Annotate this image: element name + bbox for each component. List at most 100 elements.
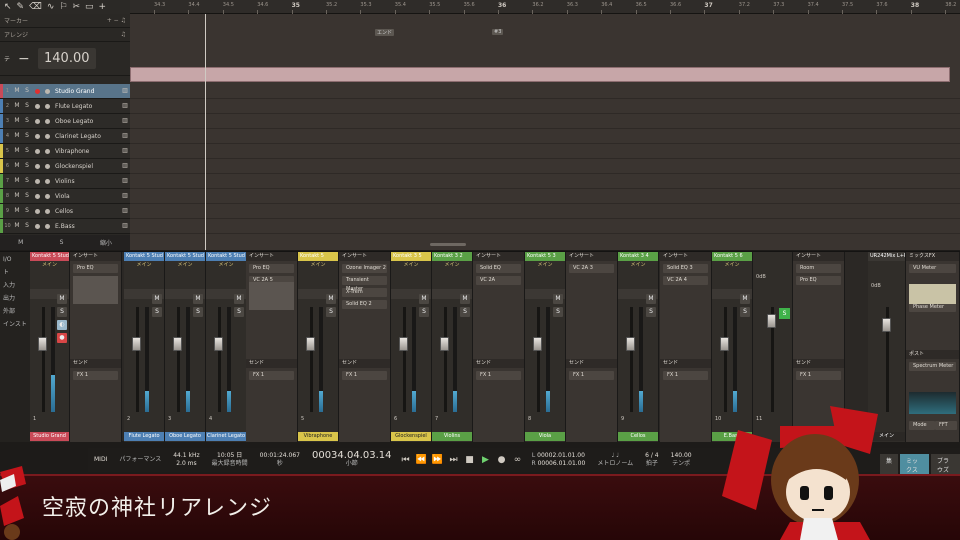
mixer-side-item[interactable]: 出力 <box>3 293 27 302</box>
insert-slot[interactable]: Solid EQ 2 <box>342 300 387 309</box>
instrument-icon[interactable]: ▥ <box>120 161 130 171</box>
channel-fader-handle[interactable] <box>533 337 542 351</box>
bend-tool-icon[interactable]: ∿ <box>47 2 55 12</box>
marker-3[interactable]: #3 <box>492 29 504 35</box>
send-header[interactable]: センド <box>70 359 121 368</box>
send-header[interactable]: センド <box>793 359 844 368</box>
channel-solo-button[interactable]: S <box>57 307 67 317</box>
track-solo-button[interactable]: S <box>22 221 32 231</box>
footer-solo-button[interactable]: S <box>60 239 64 246</box>
channel-instrument[interactable]: Kontakt 5 Stud <box>124 252 164 261</box>
channel-solo-button[interactable]: S <box>152 307 162 317</box>
fx-fader-handle[interactable] <box>767 314 776 328</box>
insert-slot[interactable]: Pro EQ <box>249 264 294 273</box>
mixer-side-item[interactable]: インスト <box>3 319 27 328</box>
arrange-row[interactable]: アレンジ ♫ <box>0 28 130 42</box>
return-to-zero-icon[interactable]: ⏮ <box>400 454 412 466</box>
time-display[interactable]: 00:01:24.067 秒 <box>260 452 300 468</box>
marker-add-icon[interactable]: + − ♫ <box>107 17 126 24</box>
tempo-minus-icon[interactable]: − <box>18 51 30 67</box>
instrument-icon[interactable]: ▥ <box>120 86 130 96</box>
channel-name[interactable]: Studio Grand <box>30 432 69 441</box>
track-lane[interactable] <box>130 114 960 129</box>
channel-mute-button[interactable]: M <box>234 294 244 304</box>
track-monitor-button[interactable] <box>44 148 50 154</box>
instrument-icon[interactable]: ▥ <box>120 191 130 201</box>
track-monitor-button[interactable] <box>44 88 50 94</box>
track-mute-button[interactable]: M <box>12 116 22 126</box>
channel-name[interactable]: Cellos <box>618 432 658 441</box>
insert-slot[interactable]: Transient Master <box>342 276 387 292</box>
instrument-icon[interactable]: ▥ <box>120 221 130 231</box>
track-header[interactable]: 2 M S Flute Legato ▥ <box>0 99 130 114</box>
track-header[interactable]: 1 M S Studio Grand ▥ <box>0 84 130 99</box>
bars-display[interactable]: 00034.04.03.14 小節 <box>312 451 392 468</box>
master-insert-slot[interactable]: Spectrum Meter <box>909 362 956 371</box>
arrow-tool-icon[interactable]: ↖ <box>4 2 12 12</box>
send-header[interactable]: センド <box>473 359 524 368</box>
track-mute-button[interactable]: M <box>12 221 22 231</box>
pencil-tool-icon[interactable]: ✎ <box>17 2 25 12</box>
track-mute-button[interactable]: M <box>12 86 22 96</box>
insert-slot[interactable]: Solid EQ <box>476 264 521 273</box>
channel-instrument[interactable]: Kontakt 5 6 <box>712 252 752 261</box>
play-icon[interactable]: ▶ <box>480 454 492 466</box>
track-lane[interactable] <box>130 99 960 114</box>
master-volume-value[interactable]: 0dB <box>871 283 881 289</box>
instrument-icon[interactable]: ▥ <box>120 176 130 186</box>
channel-name[interactable]: Oboe Legato <box>165 432 205 441</box>
track-solo-button[interactable]: S <box>22 176 32 186</box>
channel-instrument[interactable]: Kontakt 5 Stud <box>206 252 246 261</box>
channel-monitor-button[interactable]: ◐ <box>57 320 67 330</box>
track-header[interactable]: 4 M S Clarinet Legato ▥ <box>0 129 130 144</box>
instrument-icon[interactable]: ▥ <box>120 146 130 156</box>
track-lane[interactable] <box>130 144 960 159</box>
marker-row[interactable]: マーカー + − ♫ <box>0 14 130 28</box>
send-slot[interactable]: FX 1 <box>569 371 614 380</box>
playhead[interactable] <box>205 14 206 250</box>
channel-instrument[interactable]: Kontakt 5 <box>298 252 338 261</box>
channel-output[interactable]: メイン <box>525 261 565 268</box>
instrument-icon[interactable]: ▥ <box>120 131 130 141</box>
track-mute-button[interactable]: M <box>12 161 22 171</box>
track-monitor-button[interactable] <box>44 163 50 169</box>
channel-output[interactable]: メイン <box>30 261 69 268</box>
insert-header[interactable]: インサート <box>70 252 121 261</box>
track-record-button[interactable] <box>34 208 40 214</box>
channel-name[interactable]: Clarinet Legato <box>206 432 246 441</box>
channel-solo-button[interactable]: S <box>193 307 203 317</box>
loop-icon[interactable]: ∞ <box>512 454 524 466</box>
horizontal-scrollbar[interactable] <box>430 243 466 246</box>
track-lane[interactable] <box>130 189 960 204</box>
insert-header[interactable]: インサート <box>246 252 297 261</box>
track-solo-button[interactable]: S <box>22 206 32 216</box>
channel-fader-handle[interactable] <box>720 337 729 351</box>
channel-instrument[interactable]: Kontakt 5 Stud <box>165 252 205 261</box>
insert-slot[interactable]: Ozone Imager 2 <box>342 264 387 273</box>
track-solo-button[interactable]: S <box>22 146 32 156</box>
track-record-button[interactable] <box>34 193 40 199</box>
insert-slot[interactable]: Pro EQ <box>796 276 841 285</box>
channel-output[interactable]: メイン <box>432 261 472 268</box>
send-slot[interactable]: FX 1 <box>663 371 708 380</box>
track-monitor-button[interactable] <box>44 193 50 199</box>
spectrum-mode-label[interactable]: Mode <box>909 421 935 430</box>
view-tab[interactable]: ブラウズ <box>930 454 960 476</box>
mixer-side-item[interactable]: ト <box>3 267 27 276</box>
insert-header[interactable]: インサート <box>339 252 390 261</box>
channel-solo-button[interactable]: S <box>646 307 656 317</box>
track-lane[interactable] <box>130 84 960 99</box>
channel-name[interactable]: Glockenspiel <box>391 432 431 441</box>
mute-tool-icon[interactable]: ✂ <box>72 2 80 12</box>
track-lane[interactable] <box>130 159 960 174</box>
channel-output[interactable]: メイン <box>165 261 205 268</box>
end-icon[interactable]: ⏭ <box>448 454 460 466</box>
insert-slot[interactable]: X-Trem <box>342 288 387 297</box>
channel-fader-handle[interactable] <box>399 337 408 351</box>
insert-slot[interactable]: VC 2A 4 <box>663 276 708 285</box>
tempo-field[interactable]: 140.00 <box>37 48 96 69</box>
send-slot[interactable]: FX 1 <box>796 371 841 380</box>
channel-solo-button[interactable]: S <box>740 307 750 317</box>
send-header[interactable]: センド <box>660 359 711 368</box>
stop-icon[interactable]: ■ <box>464 454 476 466</box>
